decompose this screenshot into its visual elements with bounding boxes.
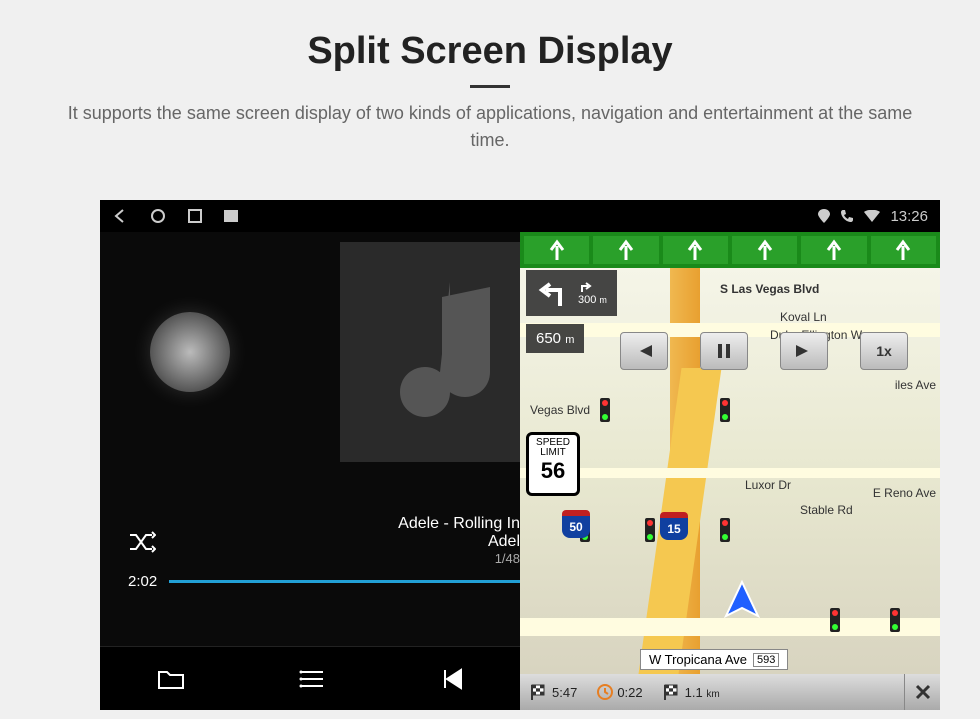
nav-bottom-bar: 5:47 0:22 1.1 km xyxy=(520,674,940,710)
close-icon xyxy=(914,683,932,701)
status-time: 13:26 xyxy=(890,208,928,225)
street-label: Stable Rd xyxy=(800,503,853,517)
distance-remaining-display[interactable]: 1.1 km xyxy=(653,683,730,701)
seek-bar[interactable] xyxy=(169,580,520,583)
street-label: S Las Vegas Blvd xyxy=(720,282,819,296)
close-button[interactable] xyxy=(904,674,940,710)
lane-arrow-icon xyxy=(524,236,589,264)
sim-speed-button[interactable]: 1x xyxy=(860,332,908,370)
lane-arrow-icon xyxy=(732,236,797,264)
street-label: iles Ave xyxy=(895,378,936,392)
playlist-button[interactable] xyxy=(299,669,325,689)
traffic-light-icon xyxy=(645,518,655,542)
flag-icon xyxy=(530,683,548,701)
current-street-banner: W Tropicana Ave 593 xyxy=(640,649,788,670)
track-index: 1/48 xyxy=(398,551,520,566)
turn-left-icon xyxy=(536,276,570,310)
track-info: Adele - Rolling In Adel 1/48 xyxy=(398,515,520,566)
speed-limit-sign: SPEED LIMIT 56 xyxy=(526,432,580,496)
turn-instruction: 300 m xyxy=(526,270,617,316)
traffic-light-icon xyxy=(720,518,730,542)
turn-right-small-icon xyxy=(578,280,592,294)
highway-shield: 15 xyxy=(660,512,688,540)
street-label: Koval Ln xyxy=(780,310,827,324)
navigation-pane: S Las Vegas Blvd Koval Ln Duke Ellington… xyxy=(520,232,940,710)
lane-arrow-icon xyxy=(663,236,728,264)
title-divider xyxy=(470,85,510,88)
highway-shield: 50 xyxy=(562,510,590,538)
sim-pause-button[interactable] xyxy=(700,332,748,370)
distance-box: 650 m xyxy=(526,324,584,353)
vehicle-cursor-icon xyxy=(720,578,764,627)
sim-previous-button[interactable] xyxy=(620,332,668,370)
street-label: Vegas Blvd xyxy=(530,403,590,417)
street-label: Luxor Dr xyxy=(745,478,791,492)
back-icon[interactable] xyxy=(112,208,128,224)
sim-next-button[interactable] xyxy=(780,332,828,370)
lane-arrow-icon xyxy=(871,236,936,264)
location-icon xyxy=(818,209,830,223)
wifi-icon xyxy=(864,210,880,222)
page-title: Split Screen Display xyxy=(40,30,940,73)
time-remaining-display[interactable]: 0:22 xyxy=(587,684,652,700)
lane-arrow-icon xyxy=(593,236,658,264)
shuffle-icon[interactable] xyxy=(128,531,156,558)
lane-guidance xyxy=(520,232,940,268)
recent-apps-icon[interactable] xyxy=(188,209,202,223)
traffic-light-icon xyxy=(890,608,900,632)
home-icon[interactable] xyxy=(150,208,166,224)
previous-track-button[interactable] xyxy=(439,668,463,690)
traffic-light-icon xyxy=(720,398,730,422)
clock-icon xyxy=(597,684,613,700)
status-bar: 13:26 xyxy=(100,200,940,232)
folder-button[interactable] xyxy=(157,668,185,690)
street-label: E Reno Ave xyxy=(873,486,936,500)
album-art-placeholder xyxy=(340,242,520,462)
lane-arrow-icon xyxy=(801,236,866,264)
picture-icon[interactable] xyxy=(224,210,238,222)
music-player-pane: Adele - Rolling In Adel 1/48 2:02 xyxy=(100,232,520,710)
eta-display[interactable]: 5:47 xyxy=(520,683,587,701)
traffic-light-icon xyxy=(600,398,610,422)
phone-icon xyxy=(840,209,854,223)
visualizer-orb xyxy=(150,312,230,392)
elapsed-time: 2:02 xyxy=(128,573,157,590)
road xyxy=(520,468,940,478)
flag-icon xyxy=(663,683,681,701)
device-frame: 13:26 Adele - Rolling In xyxy=(100,200,940,710)
track-title: Adele - Rolling In xyxy=(398,515,520,533)
traffic-light-icon xyxy=(830,608,840,632)
page-subtitle: It supports the same screen display of t… xyxy=(50,100,930,154)
music-controls xyxy=(100,646,520,710)
track-artist: Adel xyxy=(398,533,520,551)
